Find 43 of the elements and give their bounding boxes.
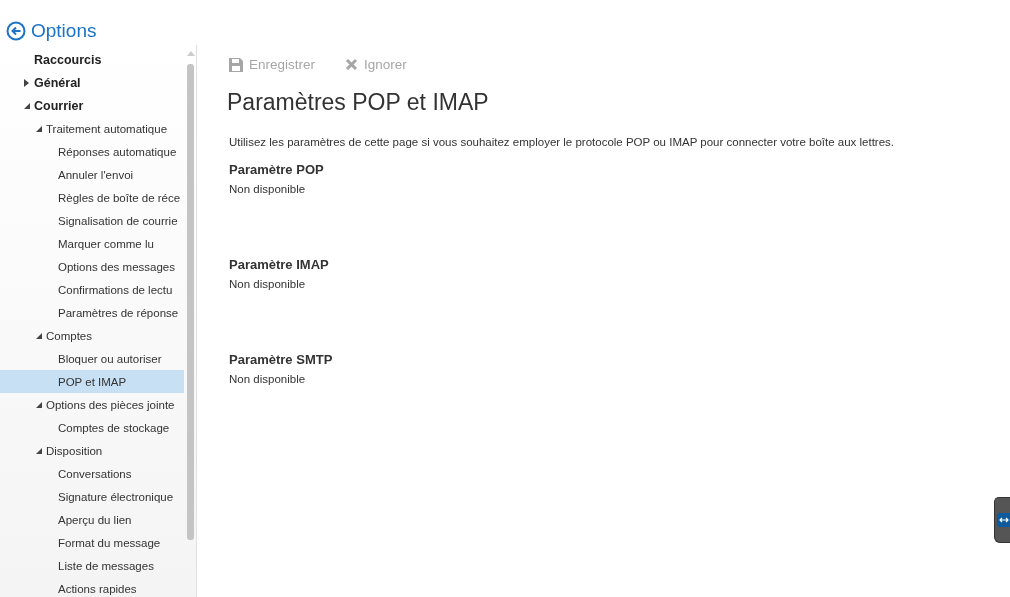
page-title: Options [31,20,97,42]
tree-item[interactable]: Signalisation de courrie [0,209,184,232]
section-value: Non disponible [229,183,307,195]
arrows-icon [997,513,1010,527]
section-heading: Paramètre SMTP [229,352,334,367]
tree-item[interactable]: Règles de boîte de réce [0,186,184,209]
tree-item[interactable]: Disposition [0,439,184,462]
expanded-arrow-icon[interactable] [36,125,42,132]
section-heading: Paramètre IMAP [229,257,330,272]
expanded-arrow-icon[interactable] [24,102,30,109]
expanded-arrow-icon[interactable] [36,332,42,339]
tree-item[interactable]: Paramètres de réponse [0,301,184,324]
tree-item[interactable]: Aperçu du lien [0,508,184,531]
tree-item[interactable]: Marquer comme lu [0,232,184,255]
section-heading: Paramètre POP [229,162,325,177]
tree-item[interactable]: Options des pièces jointe [0,393,184,416]
expanded-arrow-icon[interactable] [36,401,42,408]
close-icon [345,58,359,71]
tree-item[interactable]: Conversations [0,462,184,485]
tree-item[interactable]: Format du message [0,531,184,554]
tree-item[interactable]: Bloquer ou autoriser [0,347,184,370]
tree-item[interactable]: Raccourcis [0,48,184,71]
tree-item[interactable]: Général [0,71,184,94]
floating-tab[interactable] [994,497,1010,543]
collapsed-arrow-icon[interactable] [24,78,29,87]
tree-item[interactable]: Confirmations de lectu [0,278,184,301]
tree-item[interactable]: Signature électronique [0,485,184,508]
tree-item[interactable]: Annuler l'envoi [0,163,184,186]
section-value: Non disponible [229,278,307,290]
tree-item[interactable]: Réponses automatique [0,140,184,163]
back-icon[interactable] [6,21,26,41]
page-heading: Paramètres POP et IMAP [227,89,490,116]
section-value: Non disponible [229,373,307,385]
tree-item[interactable]: Comptes [0,324,184,347]
description-text: Utilisez les paramètres de cette page si vous souhaitez employer le protocole POP ou IMAP pour connecter votre boîte aux lettres. [229,136,895,148]
expanded-arrow-icon[interactable] [36,447,42,454]
tree-item[interactable]: Liste de messages [0,554,184,577]
tree-item[interactable]: Actions rapides [0,577,184,597]
tree-item[interactable]: Comptes de stockage [0,416,184,439]
tree-item[interactable]: Courrier [0,94,184,117]
tree-item[interactable]: Options des messages [0,255,184,278]
tree-item[interactable]: Traitement automatique [0,117,184,140]
tree-item[interactable]: POP et IMAP [0,370,184,393]
